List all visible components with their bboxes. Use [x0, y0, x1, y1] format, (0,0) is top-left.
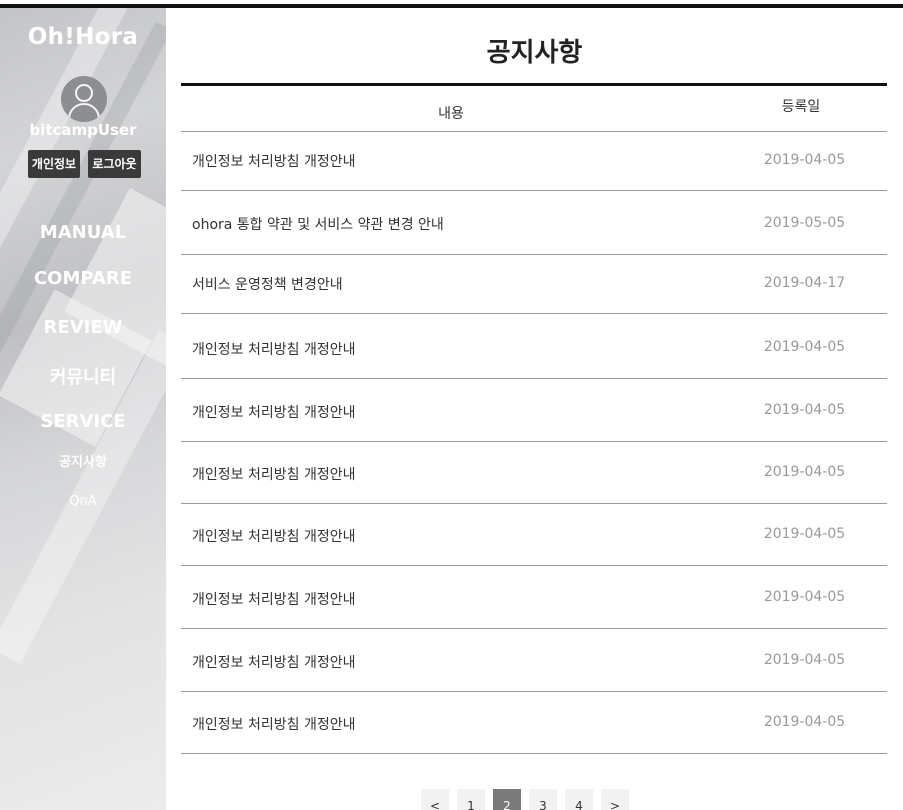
- nav-item-review[interactable]: REVIEW: [0, 317, 166, 338]
- table-row[interactable]: ohora 통합 약관 및 서비스 약관 변경 안내 2019-05-05: [181, 191, 887, 255]
- main-content: 공지사항 내용 등록일 개인정보 처리방침 개정안내 2019-04-05 oh…: [166, 8, 903, 810]
- pagination-next-button[interactable]: >: [601, 789, 629, 810]
- profile-button[interactable]: 개인정보: [28, 150, 80, 178]
- notice-title[interactable]: 개인정보 처리방침 개정안내: [192, 589, 355, 609]
- page-title: 공지사항: [486, 38, 583, 68]
- nav-item-community[interactable]: 커뮤니티: [0, 363, 166, 389]
- nav-item-service[interactable]: SERVICE: [0, 411, 166, 432]
- pagination: < 1 2 3 4 >: [166, 789, 903, 810]
- notice-date: 2019-04-05: [763, 714, 846, 730]
- table-row[interactable]: 서비스 운영정책 변경안내 2019-04-17: [181, 255, 887, 314]
- sidebar: Oh!Hora bitcampUser 개인정보 로그아웃 MANUAL COM…: [0, 8, 166, 810]
- notice-date: 2019-04-05: [763, 152, 846, 168]
- subnav-item-qna[interactable]: QnA: [0, 494, 166, 509]
- table-row[interactable]: 개인정보 처리방침 개정안내 2019-04-05: [181, 314, 887, 379]
- brand-logo[interactable]: Oh!Hora: [0, 24, 166, 50]
- notice-title[interactable]: 개인정보 처리방침 개정안내: [192, 526, 355, 546]
- table-row[interactable]: 개인정보 처리방침 개정안내 2019-04-05: [181, 379, 887, 442]
- user-avatar-icon: [61, 76, 107, 122]
- table-header: 내용 등록일: [181, 86, 887, 132]
- pagination-page-3[interactable]: 3: [529, 789, 557, 810]
- notice-title[interactable]: 개인정보 처리방침 개정안내: [192, 714, 355, 734]
- table-row[interactable]: 개인정보 처리방침 개정안내 2019-04-05: [181, 504, 887, 566]
- table-row[interactable]: 개인정보 처리방침 개정안내 2019-04-05: [181, 132, 887, 191]
- table-row[interactable]: 개인정보 처리방침 개정안내 2019-04-05: [181, 566, 887, 629]
- pagination-page-2-current[interactable]: 2: [493, 789, 521, 810]
- column-header-date: 등록일: [781, 99, 821, 115]
- subnav-item-notice[interactable]: 공지사항: [0, 451, 166, 470]
- notice-date: 2019-04-05: [763, 339, 846, 355]
- pagination-page-4[interactable]: 4: [565, 789, 593, 810]
- pagination-prev-button[interactable]: <: [421, 789, 449, 810]
- nav-item-manual[interactable]: MANUAL: [0, 222, 166, 243]
- pagination-page-1[interactable]: 1: [457, 789, 485, 810]
- table-row[interactable]: 개인정보 처리방침 개정안내 2019-04-05: [181, 629, 887, 692]
- notice-table: 내용 등록일 개인정보 처리방침 개정안내 2019-04-05 ohora 통…: [181, 83, 887, 754]
- table-row[interactable]: 개인정보 처리방침 개정안내 2019-04-05: [181, 442, 887, 504]
- notice-date: 2019-04-17: [763, 275, 846, 291]
- notice-title[interactable]: 개인정보 처리방침 개정안내: [192, 464, 355, 484]
- notice-date: 2019-04-05: [763, 589, 846, 605]
- notice-date: 2019-04-05: [763, 526, 846, 542]
- notice-date: 2019-04-05: [763, 464, 846, 480]
- notice-title[interactable]: 개인정보 처리방침 개정안내: [192, 402, 355, 422]
- notice-title[interactable]: 개인정보 처리방침 개정안내: [192, 339, 355, 359]
- table-row[interactable]: 개인정보 처리방침 개정안내 2019-04-05: [181, 692, 887, 754]
- logout-button[interactable]: 로그아웃: [88, 150, 141, 178]
- notice-title[interactable]: 개인정보 처리방침 개정안내: [192, 151, 355, 171]
- notice-title[interactable]: 서비스 운영정책 변경안내: [192, 274, 343, 294]
- nav-item-compare[interactable]: COMPARE: [0, 268, 166, 289]
- notice-date: 2019-04-05: [763, 652, 846, 668]
- notice-title[interactable]: 개인정보 처리방침 개정안내: [192, 652, 355, 672]
- notice-date: 2019-04-05: [763, 402, 846, 418]
- username: bitcampUser: [29, 121, 137, 139]
- column-header-content: 내용: [438, 106, 464, 122]
- notice-title[interactable]: ohora 통합 약관 및 서비스 약관 변경 안내: [192, 214, 444, 234]
- notice-date: 2019-05-05: [763, 215, 846, 231]
